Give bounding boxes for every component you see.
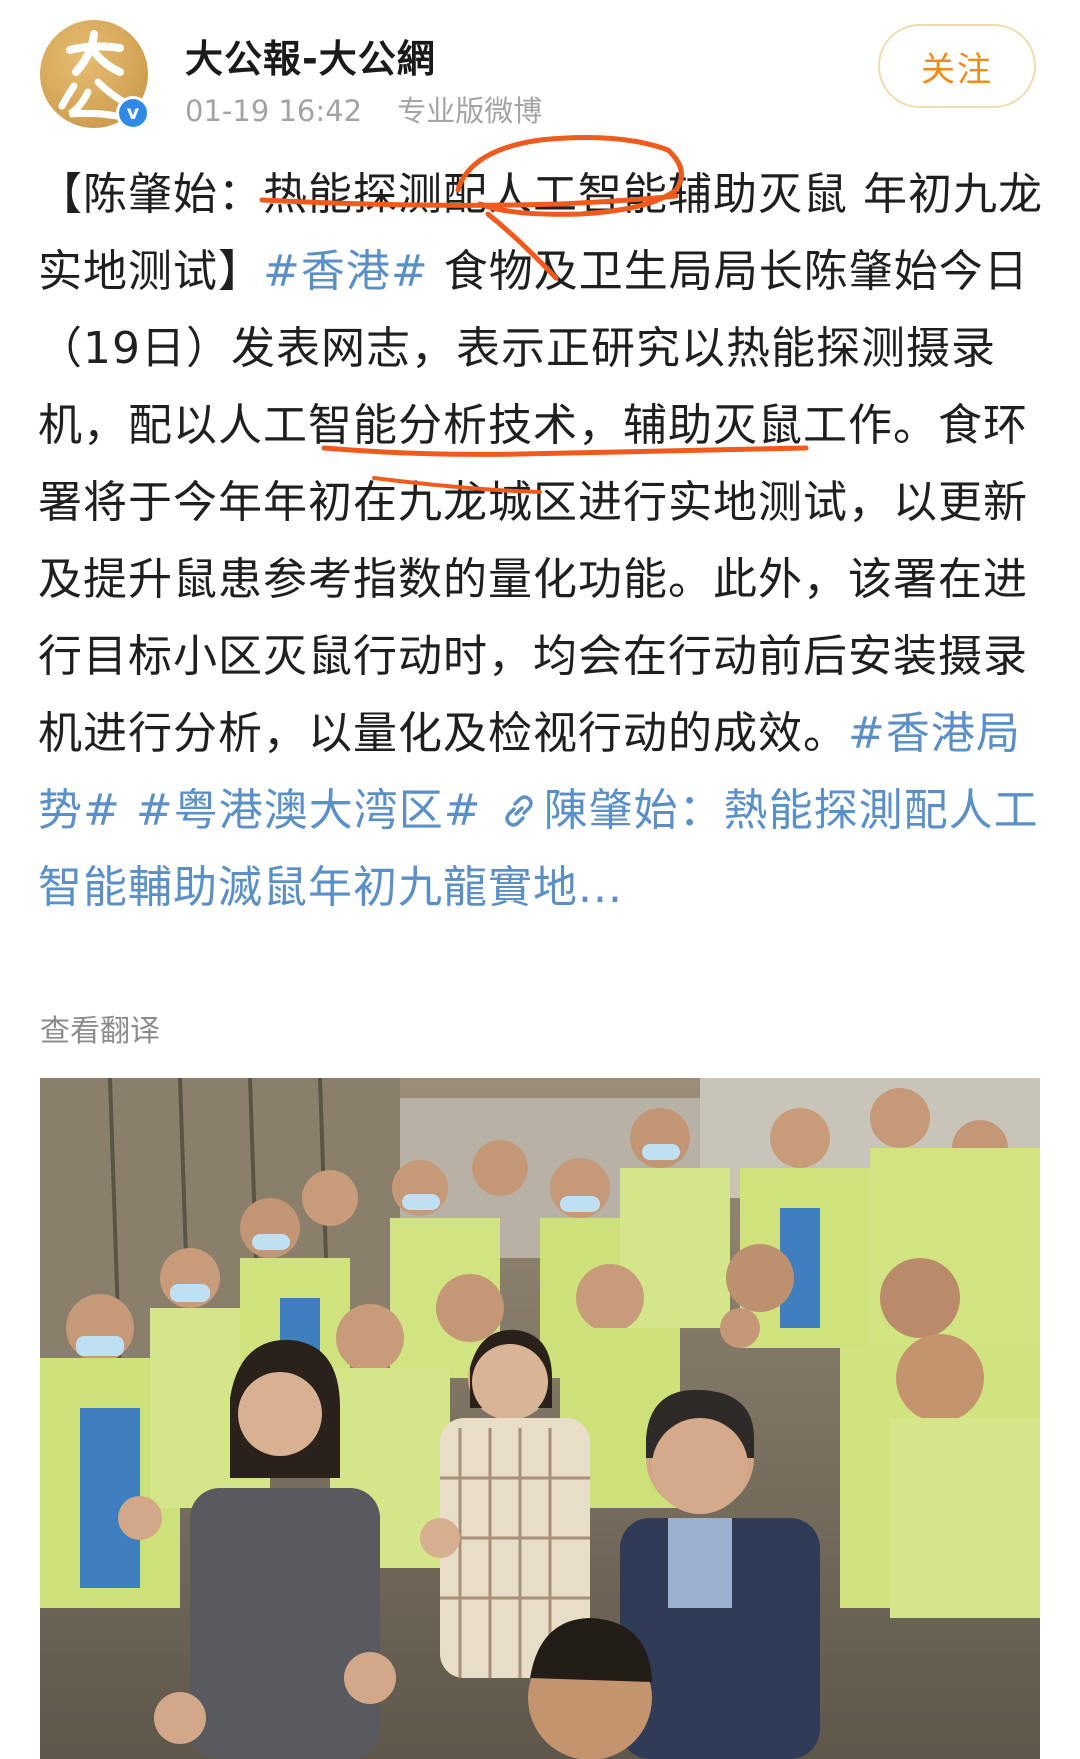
follow-button[interactable]: 关注	[878, 24, 1036, 108]
post-text-segment: 食物及卫生局局长陈肇始今日（19日）发表网志，表示正研究以热能探测摄录机，配以人…	[38, 246, 1029, 759]
verified-badge-icon: v	[116, 96, 150, 130]
post-source: 专业版微博	[397, 94, 543, 128]
post-image[interactable]	[40, 1078, 1040, 1759]
post-meta: 01-19 16:42 专业版微博	[185, 88, 542, 130]
post-timestamp: 01-19 16:42	[185, 94, 363, 128]
hashtag-greater-bay-area[interactable]: #粤港澳大湾区#	[136, 785, 482, 836]
hashtag-hongkong[interactable]: #香港#	[263, 246, 429, 297]
post-header: v 大公報-大公網 01-19 16:42 专业版微博 关注	[0, 0, 1080, 140]
post-text: 【陈肇始：热能探测配人工智能辅助灭鼠 年初九龙实地测试】#香港# 食物及卫生局局…	[38, 156, 1043, 926]
account-name[interactable]: 大公報-大公網	[185, 28, 436, 83]
group-photo-illustration	[40, 1078, 1040, 1759]
link-icon[interactable]	[500, 772, 538, 849]
translate-link[interactable]: 查看翻译	[40, 1006, 160, 1050]
